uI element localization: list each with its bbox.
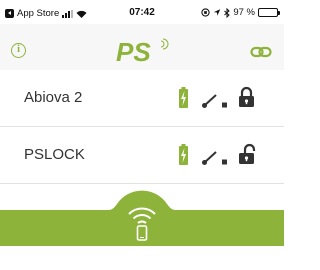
battery-charging-icon — [179, 144, 188, 165]
device-row[interactable]: PSLOCK — [0, 127, 284, 184]
status-right: 97 % — [201, 7, 280, 18]
bluetooth-icon — [224, 7, 231, 18]
info-icon[interactable]: i — [11, 43, 26, 58]
wifi-phone-icon[interactable] — [109, 190, 175, 250]
status-bar: App Store 07:42 97 % — [0, 0, 284, 24]
device-name: PSLOCK — [24, 146, 85, 163]
device-row[interactable]: Abiova 2 — [0, 70, 284, 127]
orientation-lock-icon — [201, 8, 210, 17]
battery-percentage: 97 % — [233, 7, 255, 18]
switch-contact-icon — [202, 151, 227, 165]
lock-closed-icon — [239, 86, 254, 107]
link-chain-icon[interactable] — [250, 45, 272, 59]
navigation-bar: i PS — [0, 24, 284, 70]
logo-text: PS — [116, 37, 151, 65]
ps-logo: PS — [116, 37, 169, 65]
switch-contact-icon — [202, 94, 227, 108]
location-arrow-icon — [214, 9, 221, 16]
device-name: Abiova 2 — [24, 89, 83, 106]
device-list: Abiova 2 PSLOCK — [0, 70, 284, 184]
lock-open-icon — [239, 143, 256, 164]
battery-charging-icon — [179, 87, 188, 108]
battery-icon — [258, 8, 280, 17]
